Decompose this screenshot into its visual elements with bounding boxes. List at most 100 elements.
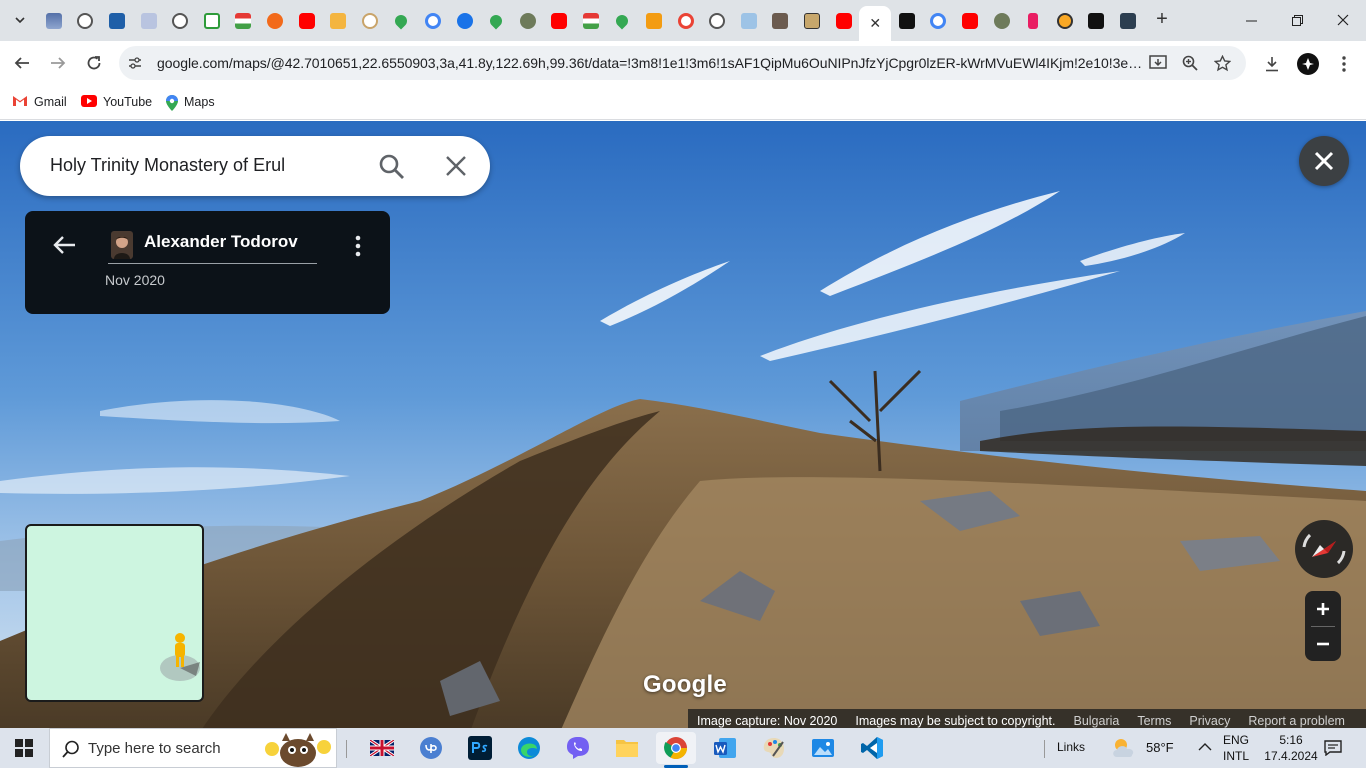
bookmark-gmail[interactable]: Gmail [12, 93, 67, 111]
language-indicator-top[interactable]: ENG [1223, 733, 1249, 747]
address-bar[interactable]: google.com/maps/@42.7010651,22.6550903,3… [119, 46, 1246, 80]
install-app-icon[interactable] [1149, 54, 1167, 72]
tab-active[interactable]: ✕ [859, 6, 892, 41]
tab-favicon[interactable] [828, 6, 860, 36]
tab-favicon[interactable] [607, 6, 639, 36]
edge-icon[interactable] [509, 732, 549, 764]
capture-date[interactable]: Nov 2020 [105, 272, 165, 288]
plus-icon [1317, 602, 1329, 615]
notification-center-icon[interactable] [1324, 740, 1342, 756]
tab-favicon[interactable] [164, 6, 196, 36]
close-street-view-button[interactable] [1299, 136, 1349, 186]
links-toolbar[interactable]: Links [1057, 740, 1085, 754]
photoshop-icon[interactable] [460, 732, 500, 764]
tab-favicon[interactable] [891, 6, 923, 36]
street-view-panorama[interactable]: Holy Trinity Monastery of Erul Alexander… [0, 121, 1366, 732]
tab-favicon[interactable] [733, 6, 765, 36]
minimize-icon[interactable] [1228, 0, 1274, 40]
tab-favicon[interactable] [796, 6, 828, 36]
search-icon[interactable] [378, 153, 406, 181]
restore-icon[interactable] [1274, 0, 1320, 40]
file-explorer-icon[interactable] [607, 732, 647, 764]
bookmark-youtube[interactable]: YouTube [81, 93, 152, 111]
tab-favicon[interactable] [1081, 6, 1113, 36]
bookmark-maps[interactable]: Maps [166, 93, 215, 111]
terms-link[interactable]: Terms [1137, 714, 1171, 728]
language-flag-icon[interactable] [362, 732, 402, 764]
tab-favicon[interactable] [196, 6, 228, 36]
back-arrow-icon[interactable] [51, 231, 79, 259]
privacy-link[interactable]: Privacy [1189, 714, 1230, 728]
bookmark-star-icon[interactable] [1213, 54, 1231, 72]
back-icon[interactable] [10, 51, 34, 75]
clock-time[interactable]: 5:16 [1271, 733, 1311, 747]
viber-icon[interactable] [558, 732, 598, 764]
tab-favicon[interactable] [1017, 6, 1049, 36]
chrome-icon[interactable] [656, 732, 696, 768]
tab-favicon[interactable] [38, 6, 70, 36]
tab-favicon[interactable] [954, 6, 986, 36]
tab-favicon[interactable] [986, 6, 1018, 36]
tab-favicon[interactable] [291, 6, 323, 36]
tab-favicon[interactable] [923, 6, 955, 36]
contributor-name[interactable]: Alexander Todorov [144, 232, 298, 252]
search-highlight-image[interactable] [258, 731, 336, 767]
tab-favicon[interactable] [638, 6, 670, 36]
qbittorrent-icon[interactable] [411, 732, 451, 764]
downloads-icon[interactable] [1261, 53, 1283, 75]
language-indicator-bottom[interactable]: INTL [1223, 749, 1249, 763]
tab-favicon[interactable] [544, 6, 576, 36]
tab-favicon[interactable] [133, 6, 165, 36]
chevron-up-icon[interactable] [1198, 742, 1212, 752]
report-problem-link[interactable]: Report a problem [1248, 714, 1345, 728]
search-input[interactable]: Holy Trinity Monastery of Erul [50, 155, 285, 176]
maps-search-box[interactable]: Holy Trinity Monastery of Erul [20, 136, 490, 196]
site-info-icon[interactable] [127, 55, 143, 71]
tab-favicon[interactable] [259, 6, 291, 36]
new-tab-button[interactable]: + [1151, 8, 1173, 30]
tab-favicon[interactable] [575, 6, 607, 36]
start-button[interactable] [0, 728, 48, 768]
tab-favicon[interactable] [354, 6, 386, 36]
forward-icon[interactable] [46, 51, 70, 75]
tab-close-icon[interactable]: ✕ [869, 15, 881, 32]
zoom-in-button[interactable] [1305, 591, 1341, 626]
tab-favicon[interactable] [228, 6, 260, 36]
photos-icon[interactable] [803, 732, 843, 764]
tab-favicon[interactable] [701, 6, 733, 36]
tab-search-chevron-icon[interactable] [8, 8, 32, 32]
close-window-icon[interactable] [1320, 0, 1366, 40]
taskbar-search-placeholder[interactable]: Type here to search [88, 740, 221, 757]
tab-favicon[interactable] [101, 6, 133, 36]
clock-date[interactable]: 17.4.2024 [1260, 749, 1322, 763]
weather-temperature[interactable]: 58°F [1146, 740, 1174, 755]
zoom-icon[interactable] [1181, 54, 1199, 72]
word-icon[interactable] [705, 732, 745, 764]
weather-cloud-icon[interactable] [1111, 737, 1139, 759]
zoom-out-button[interactable] [1305, 626, 1341, 661]
country-link[interactable]: Bulgaria [1073, 714, 1119, 728]
tab-favicon[interactable] [1049, 6, 1081, 36]
tab-favicon[interactable] [512, 6, 544, 36]
close-icon[interactable] [444, 154, 468, 178]
taskbar-search-box[interactable]: Type here to search [49, 728, 337, 768]
compass-icon[interactable] [1294, 519, 1354, 579]
tab-favicon[interactable] [670, 6, 702, 36]
avatar[interactable] [111, 231, 133, 259]
tab-favicon[interactable] [480, 6, 512, 36]
tab-favicon[interactable] [449, 6, 481, 36]
reload-icon[interactable] [82, 51, 106, 75]
tab-favicon[interactable] [765, 6, 797, 36]
paint-icon[interactable] [754, 732, 794, 764]
tab-favicon[interactable] [70, 6, 102, 36]
tab-favicon[interactable] [322, 6, 354, 36]
url-text[interactable]: google.com/maps/@42.7010651,22.6550903,3… [157, 55, 1147, 71]
tab-favicon[interactable] [386, 6, 418, 36]
tab-favicon[interactable] [417, 6, 449, 36]
vscode-icon[interactable] [852, 732, 892, 764]
more-vert-icon[interactable] [351, 233, 365, 259]
menu-kebab-icon[interactable] [1333, 53, 1355, 75]
minimap[interactable] [25, 524, 204, 702]
tab-favicon[interactable] [1112, 6, 1144, 36]
profile-avatar[interactable] [1297, 53, 1319, 75]
